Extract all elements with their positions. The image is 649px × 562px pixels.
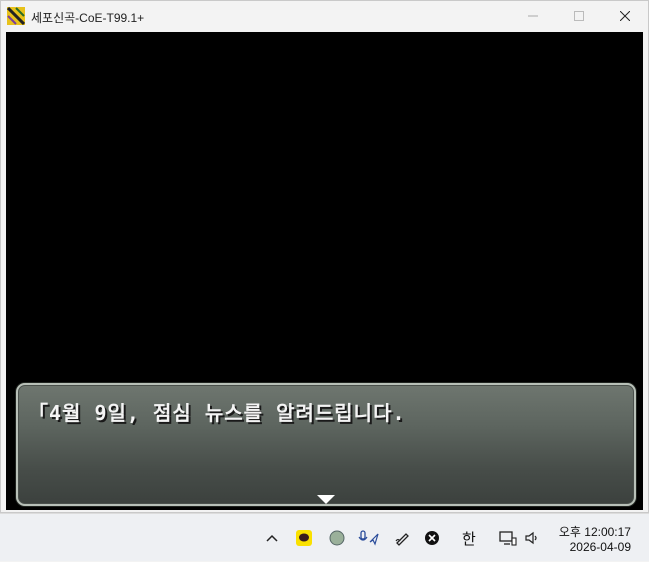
message-box[interactable]: 「4월 9일, 점심 뉴스를 알려드립니다. <box>16 383 636 506</box>
app-window: 세포신곡-CoE-T99.1+ 「4월 9일, 점심 뉴스를 알려드립니다. <box>0 0 649 513</box>
tray-network[interactable] <box>498 514 518 562</box>
clock-time[interactable]: 오후 12:00:17 <box>559 523 631 540</box>
tray-kakaotalk[interactable] <box>294 514 314 562</box>
chevron-up-icon <box>266 534 278 542</box>
title-bar[interactable]: 세포신곡-CoE-T99.1+ <box>1 1 648 31</box>
status-circle-icon <box>329 530 345 546</box>
dialogue-text: 「4월 9일, 점심 뉴스를 알려드립니다. <box>28 401 406 425</box>
tray-xbox[interactable] <box>422 514 442 562</box>
mic-location-icon <box>358 530 379 546</box>
xbox-icon <box>425 531 439 545</box>
clock-date[interactable]: 2026-04-09 <box>570 540 631 554</box>
minimize-button[interactable] <box>510 1 556 31</box>
tray-status[interactable] <box>327 514 347 562</box>
kakaotalk-icon <box>296 530 312 546</box>
network-icon <box>499 531 517 546</box>
continue-arrow-icon <box>317 495 335 504</box>
game-screen[interactable]: 「4월 9일, 점심 뉴스를 알려드립니다. <box>6 32 643 510</box>
minimize-icon <box>528 15 538 17</box>
tray-volume[interactable] <box>522 514 542 562</box>
close-icon <box>620 11 630 21</box>
maximize-icon <box>574 11 584 21</box>
taskbar: 한 오후 12:00:17 2026-04-09 <box>0 513 649 561</box>
tray-pen[interactable] <box>392 514 412 562</box>
window-title: 세포신곡-CoE-T99.1+ <box>31 11 145 25</box>
tray-mic-location[interactable] <box>358 514 380 562</box>
ime-indicator[interactable]: 한 <box>462 528 476 549</box>
pen-icon <box>395 533 409 546</box>
app-icon <box>6 6 26 26</box>
speaker-icon <box>525 531 537 545</box>
show-hidden-icons-button[interactable] <box>262 514 282 562</box>
close-button[interactable] <box>602 1 648 31</box>
maximize-button[interactable] <box>556 1 602 31</box>
